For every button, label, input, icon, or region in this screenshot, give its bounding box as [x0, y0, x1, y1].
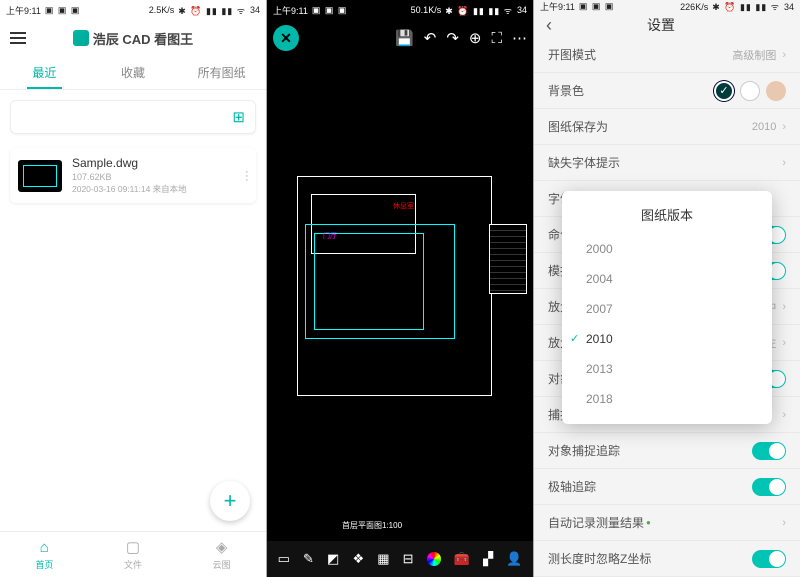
- status-net: 226K/s: [680, 2, 708, 12]
- modal-option-2010[interactable]: 2010: [562, 324, 772, 354]
- room-label: 休息室: [393, 201, 414, 211]
- redo-icon[interactable]: ↷: [446, 29, 459, 47]
- top-toolbar: ✕ 💾 ↶ ↷ ⊕ ⛶ ⋯: [267, 20, 533, 56]
- search-bar[interactable]: ⊞: [10, 100, 256, 134]
- status-left-icons: ▣ ▣ ▣: [45, 5, 81, 16]
- pencil-icon[interactable]: ✎: [303, 551, 314, 567]
- status-time: 上午9:11: [540, 0, 575, 13]
- nav-home-label: 首页: [35, 558, 53, 571]
- status-time: 上午9:11: [6, 4, 41, 17]
- grid-icon[interactable]: ▦: [377, 551, 389, 567]
- settings-list: 开图模式 高级制图› 背景色 ✓ 图纸保存为 2010› 缺失字体提示 › 字体…: [534, 37, 800, 577]
- room-label: 门厅: [323, 231, 337, 241]
- menu-icon[interactable]: [10, 32, 26, 44]
- nav-files[interactable]: ▢ 文件: [89, 532, 178, 577]
- modal-option-2004[interactable]: 2004: [562, 264, 772, 294]
- modal-backdrop[interactable]: 图纸版本 2000 2004 2007 2010 2013 2018: [534, 37, 800, 577]
- tab-recent[interactable]: 最近: [0, 56, 89, 89]
- status-bar: 上午9:11 ▣ ▣ ▣ 50.1K/s ✱ ⏰ ▮▮ ▮▮ ᯤ 34: [267, 0, 533, 20]
- status-bar: 上午9:11 ▣ ▣ ▣ 226K/s ✱ ⏰ ▮▮ ▮▮ ᯤ 34: [534, 0, 800, 13]
- grid-view-icon[interactable]: ⊞: [232, 108, 245, 126]
- floor-plan: [305, 224, 455, 339]
- more-icon[interactable]: ●●●: [246, 170, 248, 182]
- close-button[interactable]: ✕: [273, 25, 299, 51]
- status-battery: 34: [784, 2, 794, 12]
- layers-icon[interactable]: ❖: [352, 551, 364, 567]
- status-bar: 上午9:11 ▣ ▣ ▣ 2.5K/s ✱ ⏰ ▮▮ ▮▮ ᯤ 34: [0, 0, 266, 20]
- settings-header: ‹ 设置: [534, 13, 800, 37]
- save-icon[interactable]: 💾: [395, 29, 414, 47]
- bottom-nav: ⌂ 首页 ▢ 文件 ◈ 云图: [0, 531, 266, 577]
- modal-option-2000[interactable]: 2000: [562, 234, 772, 264]
- tabs: 最近 收藏 所有图纸: [0, 56, 266, 90]
- app-logo: 浩辰 CAD 看图王: [26, 29, 240, 48]
- file-meta: Sample.dwg 107.62KB 2020-03-16 09:11:14 …: [72, 156, 236, 195]
- nav-files-label: 文件: [124, 558, 142, 571]
- file-size: 107.62KB: [72, 172, 236, 182]
- toolbox-icon[interactable]: 🧰: [454, 551, 470, 567]
- undo-icon[interactable]: ↶: [424, 29, 437, 47]
- ruler-icon[interactable]: ⊟: [403, 551, 414, 567]
- logo-cube-icon: [73, 30, 89, 46]
- modal-option-2013[interactable]: 2013: [562, 354, 772, 384]
- app-header: 浩辰 CAD 看图王: [0, 20, 266, 56]
- file-date: 2020-03-16 09:11:14 来自本地: [72, 183, 236, 195]
- home-icon: ⌂: [40, 539, 49, 556]
- schedule-table: [489, 224, 527, 294]
- file-item[interactable]: Sample.dwg 107.62KB 2020-03-16 09:11:14 …: [10, 148, 256, 203]
- status-net: 50.1K/s: [411, 5, 442, 15]
- zoom-icon[interactable]: ⊕: [469, 29, 482, 47]
- user-icon[interactable]: 👤: [506, 551, 522, 567]
- drawing-caption: 首层平面图1:100: [342, 520, 402, 531]
- status-battery: 34: [517, 5, 527, 15]
- settings-title: 设置: [552, 15, 770, 35]
- fullscreen-icon[interactable]: ⛶: [491, 30, 502, 47]
- color-picker-icon[interactable]: [427, 552, 441, 566]
- status-right-icons: ✱ ⏰ ▮▮ ▮▮ ᯤ: [712, 0, 780, 13]
- more-icon[interactable]: ⋯: [512, 29, 527, 47]
- cad-canvas[interactable]: 门厅 休息室 首层平面图1:100: [267, 56, 533, 541]
- modal-option-2018[interactable]: 2018: [562, 384, 772, 414]
- status-battery: 34: [250, 5, 260, 15]
- add-button[interactable]: +: [210, 481, 250, 521]
- bottom-toolbar: ▭ ✎ ◩ ❖ ▦ ⊟ 🧰 ▞ 👤: [267, 541, 533, 577]
- file-thumbnail: [18, 160, 62, 192]
- status-left-icons: ▣ ▣ ▣: [312, 5, 348, 16]
- app-name: 浩辰 CAD 看图王: [93, 29, 193, 48]
- nav-home[interactable]: ⌂ 首页: [0, 532, 89, 577]
- nav-cloud-label: 云图: [213, 558, 231, 571]
- tab-all[interactable]: 所有图纸: [177, 56, 266, 89]
- folder-icon: ▢: [126, 538, 140, 556]
- status-right-icons: ✱ ⏰ ▮▮ ▮▮ ᯤ: [445, 4, 513, 17]
- status-time: 上午9:11: [273, 4, 308, 17]
- status-left-icons: ▣ ▣ ▣: [579, 1, 615, 12]
- screen-settings: 上午9:11 ▣ ▣ ▣ 226K/s ✱ ⏰ ▮▮ ▮▮ ᯤ 34 ‹ 设置 …: [534, 0, 800, 577]
- screen-file-list: 上午9:11 ▣ ▣ ▣ 2.5K/s ✱ ⏰ ▮▮ ▮▮ ᯤ 34 浩辰 CA…: [0, 0, 267, 577]
- status-right-icons: ✱ ⏰ ▮▮ ▮▮ ᯤ: [178, 4, 246, 17]
- eraser-icon[interactable]: ◩: [327, 551, 339, 567]
- file-name: Sample.dwg: [72, 156, 236, 170]
- comment-icon[interactable]: ▭: [278, 551, 290, 567]
- version-modal: 图纸版本 2000 2004 2007 2010 2013 2018: [562, 191, 772, 424]
- apps-icon[interactable]: ▞: [483, 551, 493, 567]
- modal-title: 图纸版本: [562, 201, 772, 234]
- modal-option-2007[interactable]: 2007: [562, 294, 772, 324]
- tab-fav[interactable]: 收藏: [89, 56, 178, 89]
- screen-cad-viewer: 上午9:11 ▣ ▣ ▣ 50.1K/s ✱ ⏰ ▮▮ ▮▮ ᯤ 34 ✕ 💾 …: [267, 0, 534, 577]
- cloud-icon: ◈: [216, 538, 228, 556]
- nav-cloud[interactable]: ◈ 云图: [177, 532, 266, 577]
- status-net: 2.5K/s: [149, 5, 175, 15]
